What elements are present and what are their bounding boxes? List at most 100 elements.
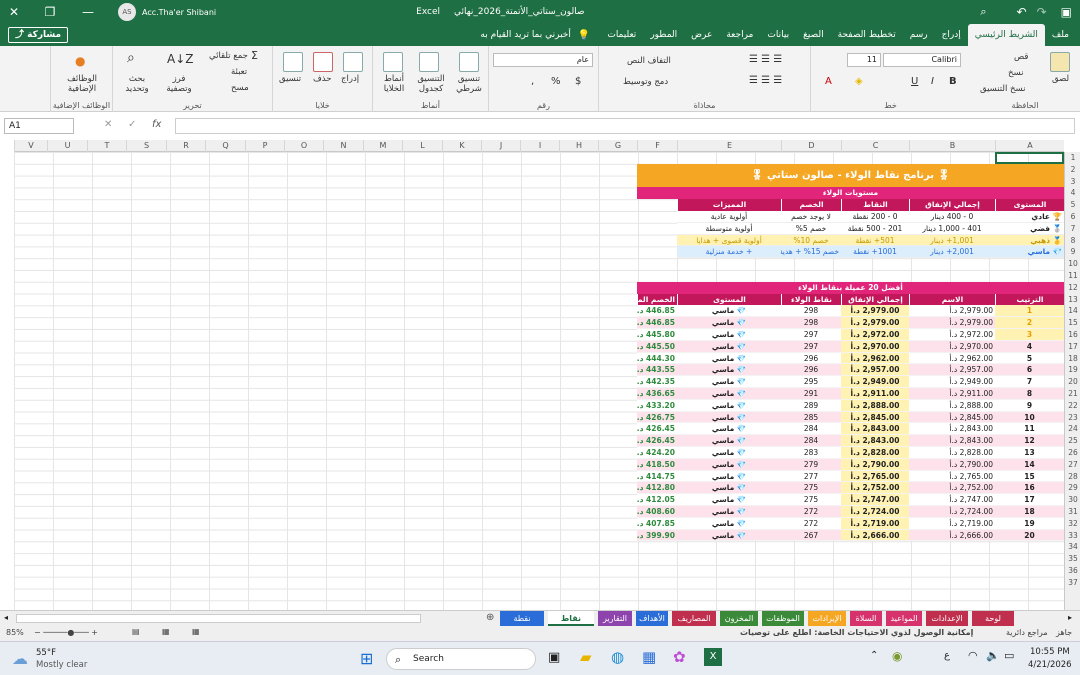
levels-cell[interactable]: 🏆 عادي — [995, 211, 1064, 223]
top20-cell[interactable]: 20 — [995, 529, 1064, 542]
row-header[interactable]: 3 — [1065, 176, 1080, 188]
row-header[interactable]: 15 — [1065, 317, 1080, 329]
levels-cell[interactable]: خصم 15% + هدية VIP — [781, 246, 841, 259]
sheet-tab[interactable]: المخزون — [720, 611, 758, 626]
top20-cell[interactable]: 2,911.00 د.أ — [909, 388, 995, 400]
selected-cell[interactable] — [995, 152, 1064, 164]
top20-cell[interactable]: 2,888.00 د.أ — [841, 399, 909, 412]
column-header[interactable]: H — [559, 140, 598, 152]
percent-icon[interactable]: % — [551, 76, 561, 87]
top20-cell[interactable]: 💎 ماسي — [677, 317, 781, 329]
copy-button[interactable]: نسخ — [1008, 68, 1023, 78]
top20-cell[interactable]: 2,962.00 د.أ — [841, 352, 909, 365]
format-table-icon[interactable] — [419, 52, 439, 72]
row-header[interactable]: 16 — [1065, 329, 1080, 341]
sheet-tab[interactable]: المصاريف — [672, 611, 716, 626]
paste-button[interactable]: لصق — [1052, 74, 1069, 84]
top20-cell[interactable]: 2,843.00 د.أ — [841, 423, 909, 436]
top20-header-cell[interactable]: المستوى — [677, 293, 781, 306]
levels-cell[interactable]: + خدمة منزلية — [677, 246, 781, 259]
volume-icon[interactable]: 🔈 — [986, 649, 1000, 662]
font-color-icon[interactable]: A — [825, 76, 832, 87]
close-icon[interactable]: ✕ — [4, 5, 24, 19]
row-header[interactable]: 29 — [1065, 482, 1080, 494]
top20-cell[interactable]: 2,719.00 د.أ — [841, 517, 909, 530]
top20-cell[interactable]: 2,888.00 د.أ — [909, 399, 995, 412]
top20-cell[interactable]: 💎 ماسي — [677, 305, 781, 318]
top20-cell[interactable]: 2,845.00 د.أ — [841, 411, 909, 424]
top20-cell[interactable]: 2,979.00 د.أ — [909, 317, 995, 329]
top20-cell[interactable]: 14 — [995, 458, 1064, 471]
top20-cell[interactable]: 446.85 د.أ — [637, 317, 677, 329]
number-format-select[interactable]: عام — [493, 53, 593, 67]
top20-cell[interactable]: 18 — [995, 506, 1064, 518]
function-icon[interactable]: fx — [152, 119, 161, 130]
delete-cells-button[interactable]: حذف — [313, 74, 332, 84]
top20-cell[interactable]: 277 — [781, 470, 841, 483]
top20-cell[interactable]: 2,790.00 د.أ — [841, 458, 909, 471]
column-header[interactable]: B — [909, 140, 995, 152]
top20-cell[interactable]: 2,843.00 د.أ — [909, 423, 995, 436]
accessibility-promo[interactable]: إمكانية الوصول لذوي الاحتياجات الخاصة: ا… — [740, 628, 973, 637]
top20-cell[interactable]: 295 — [781, 376, 841, 388]
levels-header-cell[interactable]: المميزات — [677, 199, 781, 211]
levels-cell[interactable]: 💎 ماسي — [995, 246, 1064, 259]
column-header[interactable]: E — [677, 140, 781, 152]
store-icon[interactable]: ▦ — [642, 648, 656, 666]
levels-header-cell[interactable]: المستوى — [995, 199, 1064, 211]
column-header[interactable]: R — [166, 140, 205, 152]
top20-cell[interactable]: 443.55 د.أ — [637, 364, 677, 377]
start-icon[interactable]: ⊞ — [360, 649, 373, 668]
redo-icon[interactable]: ↷ — [1037, 5, 1047, 19]
top20-cell[interactable]: 433.20 د.أ — [637, 399, 677, 412]
column-header[interactable]: J — [481, 140, 520, 152]
row-header[interactable]: 1 — [1065, 152, 1080, 164]
top20-cell[interactable]: 💎 ماسي — [677, 329, 781, 341]
top20-cell[interactable]: 2,747.00 د.أ — [909, 494, 995, 506]
top20-cell[interactable]: 426.45 د.أ — [637, 423, 677, 436]
levels-cell[interactable]: 0 - 200 نقطة — [841, 211, 909, 223]
top20-cell[interactable]: 283 — [781, 447, 841, 459]
column-header[interactable]: F — [637, 140, 677, 152]
currency-icon[interactable]: $ — [575, 76, 581, 87]
comma-icon[interactable]: , — [531, 76, 534, 87]
column-header[interactable]: A — [995, 140, 1064, 152]
find-select-button[interactable]: بحث وتحديد — [117, 74, 157, 94]
scroll-left-icon[interactable]: ◂ — [4, 613, 8, 622]
fill-button[interactable]: تعبئة — [231, 67, 247, 77]
levels-cell[interactable]: خصم 10% — [781, 234, 841, 247]
tab-insert[interactable]: إدراج — [935, 24, 968, 46]
row-header[interactable]: 10 — [1065, 258, 1080, 270]
row-header[interactable]: 21 — [1065, 388, 1080, 400]
top20-cell[interactable]: 2,970.00 د.أ — [841, 340, 909, 353]
levels-header-cell[interactable]: إجمالي الإنفاق — [909, 199, 995, 211]
minimize-icon[interactable]: — — [78, 5, 98, 19]
row-header[interactable]: 36 — [1065, 565, 1080, 577]
top20-cell[interactable]: 418.50 د.أ — [637, 458, 677, 471]
sheet-tab[interactable]: نقاط الولاء — [548, 611, 594, 638]
normal-view-icon[interactable]: ▦ — [192, 627, 200, 636]
row-header[interactable]: 24 — [1065, 423, 1080, 435]
column-header[interactable]: P — [245, 140, 284, 152]
row-header[interactable]: 2 — [1065, 164, 1080, 176]
tab-home[interactable]: الشريط الرئيسي — [967, 24, 1045, 46]
row-header[interactable]: 14 — [1065, 305, 1080, 317]
format-cells-icon[interactable] — [283, 52, 303, 72]
top20-cell[interactable]: 445.80 د.أ — [637, 329, 677, 341]
font-size-select[interactable]: 11 — [847, 53, 881, 67]
top20-cell[interactable]: 💎 ماسي — [677, 376, 781, 388]
main-title[interactable]: 🎖 برنامج نقاط الولاء - صالون ستاتي 🎖 — [637, 163, 1064, 188]
top20-cell[interactable]: 💎 ماسي — [677, 352, 781, 365]
insert-cells-icon[interactable] — [343, 52, 363, 72]
top20-cell[interactable]: 2,724.00 د.أ — [841, 506, 909, 518]
top20-cell[interactable]: 289 — [781, 399, 841, 412]
excel-icon[interactable]: X — [704, 648, 722, 666]
row-header[interactable]: 19 — [1065, 364, 1080, 376]
top20-cell[interactable]: 267 — [781, 529, 841, 542]
copilot-icon[interactable]: ✿ — [673, 648, 686, 666]
top20-cell[interactable]: 2,765.00 د.أ — [841, 470, 909, 483]
row-header[interactable]: 13 — [1065, 294, 1080, 306]
sheet-tab[interactable]: الإعدادات — [926, 611, 968, 626]
row-header[interactable]: 26 — [1065, 447, 1080, 459]
top20-header-cell[interactable]: الخصم المستحق — [637, 293, 677, 306]
